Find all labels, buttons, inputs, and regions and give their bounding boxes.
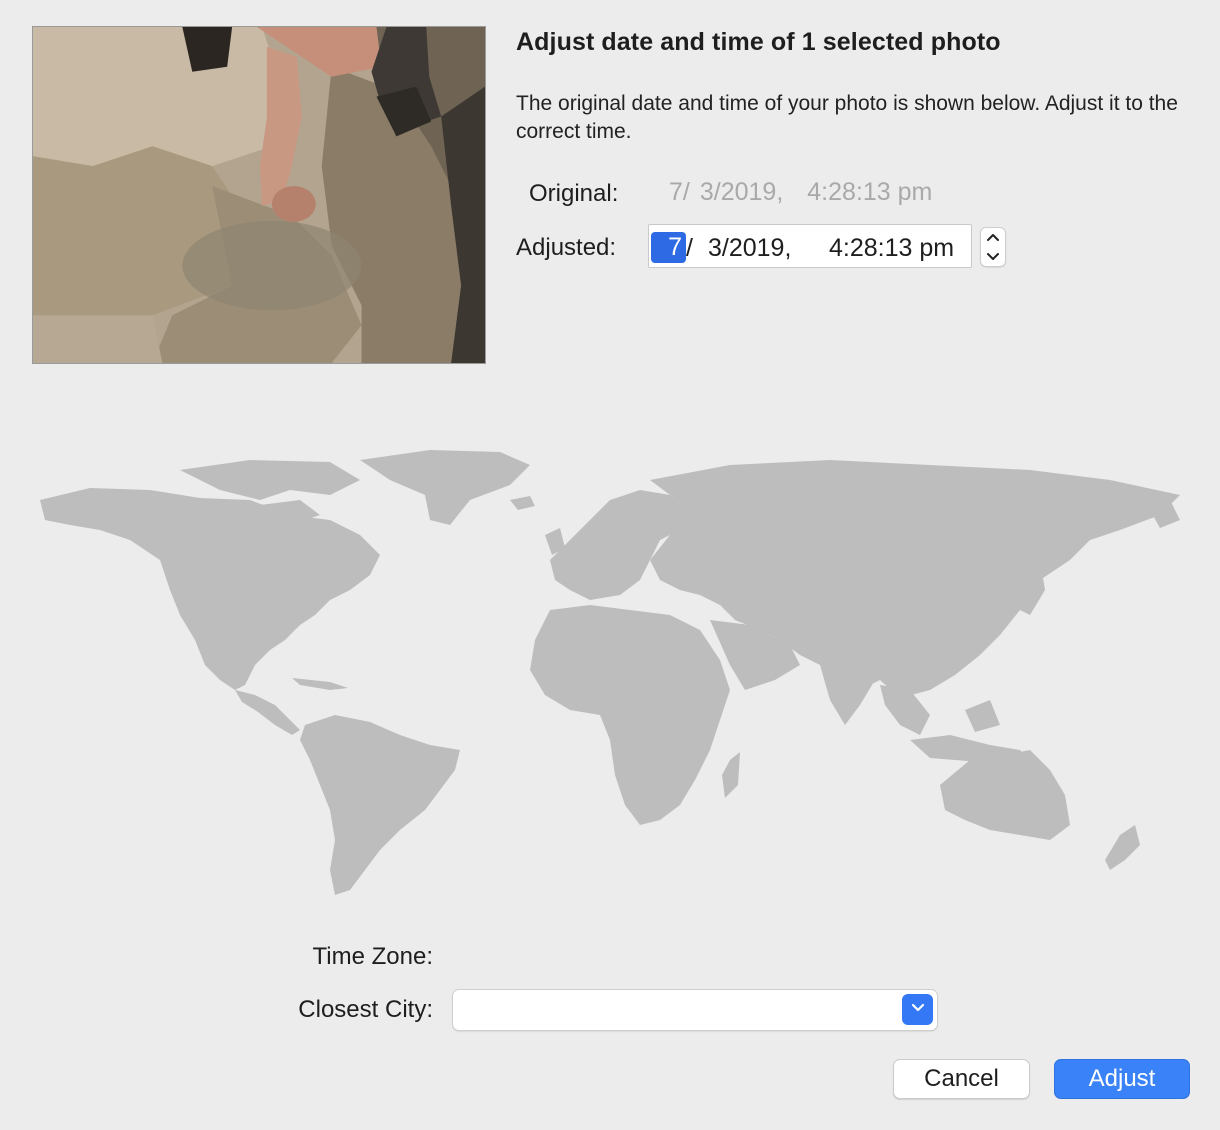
chevron-down-icon: [911, 1003, 924, 1012]
original-datetime: 7/3/2019, 4:28:13 pm: [669, 178, 932, 207]
closest-city-label: Closest City:: [298, 996, 433, 1023]
world-map-graphic: [40, 450, 1180, 895]
chevron-up-icon: [987, 234, 999, 241]
adjust-date-time-dialog: Adjust date and time of 1 selected photo…: [0, 0, 1220, 1130]
adjusted-time-segment[interactable]: 4:28:13 pm: [829, 234, 954, 263]
original-label: Original:: [529, 180, 619, 207]
stepper-increment-button[interactable]: [981, 228, 1005, 247]
original-time: 4:28:13 pm: [807, 178, 933, 206]
adjusted-datetime-field[interactable]: 7 / 3/2019, 4:28:13 pm: [648, 224, 972, 268]
original-date: 3/2019,: [699, 178, 784, 206]
dialog-title: Adjust date and time of 1 selected photo: [516, 28, 1001, 56]
datetime-stepper[interactable]: [980, 227, 1006, 267]
photo-thumbnail: [32, 26, 486, 364]
dialog-description: The original date and time of your photo…: [516, 92, 1178, 143]
time-zone-label: Time Zone:: [312, 943, 433, 970]
closest-city-dropdown-button[interactable]: [902, 994, 933, 1025]
cancel-button[interactable]: Cancel: [893, 1059, 1030, 1099]
adjusted-date-segment[interactable]: 3/2019,: [708, 234, 791, 263]
adjust-button[interactable]: Adjust: [1054, 1059, 1190, 1099]
world-map[interactable]: [30, 440, 1192, 910]
stepper-decrement-button[interactable]: [981, 247, 1005, 266]
chevron-down-icon: [987, 253, 999, 260]
adjusted-month-segment[interactable]: 7: [651, 232, 686, 263]
closest-city-select[interactable]: [452, 989, 938, 1031]
adjusted-label: Adjusted:: [516, 234, 617, 261]
original-month: 7/: [669, 178, 690, 206]
adjusted-month-separator: /: [686, 234, 693, 262]
